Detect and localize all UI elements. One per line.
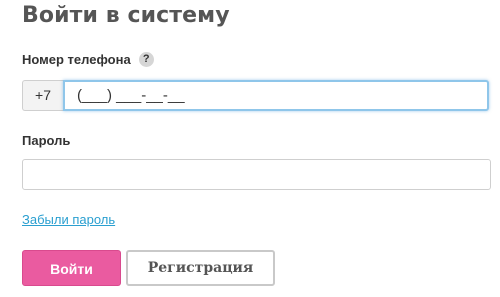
page-title: Войти в систему [22,3,230,28]
phone-label: Номер телефона [22,52,131,67]
forgot-password-link[interactable]: Забыли пароль [22,212,115,227]
help-icon[interactable]: ? [138,52,154,67]
login-button[interactable]: Войти [22,250,121,286]
register-button[interactable]: Регистрация [126,250,275,286]
password-label: Пароль [22,133,71,148]
phone-label-row: Номер телефона ? [22,52,154,67]
password-input[interactable] [22,159,491,190]
phone-field-group: +7 [22,80,489,111]
country-code-prefix: +7 [22,80,63,111]
phone-input[interactable] [63,80,489,111]
